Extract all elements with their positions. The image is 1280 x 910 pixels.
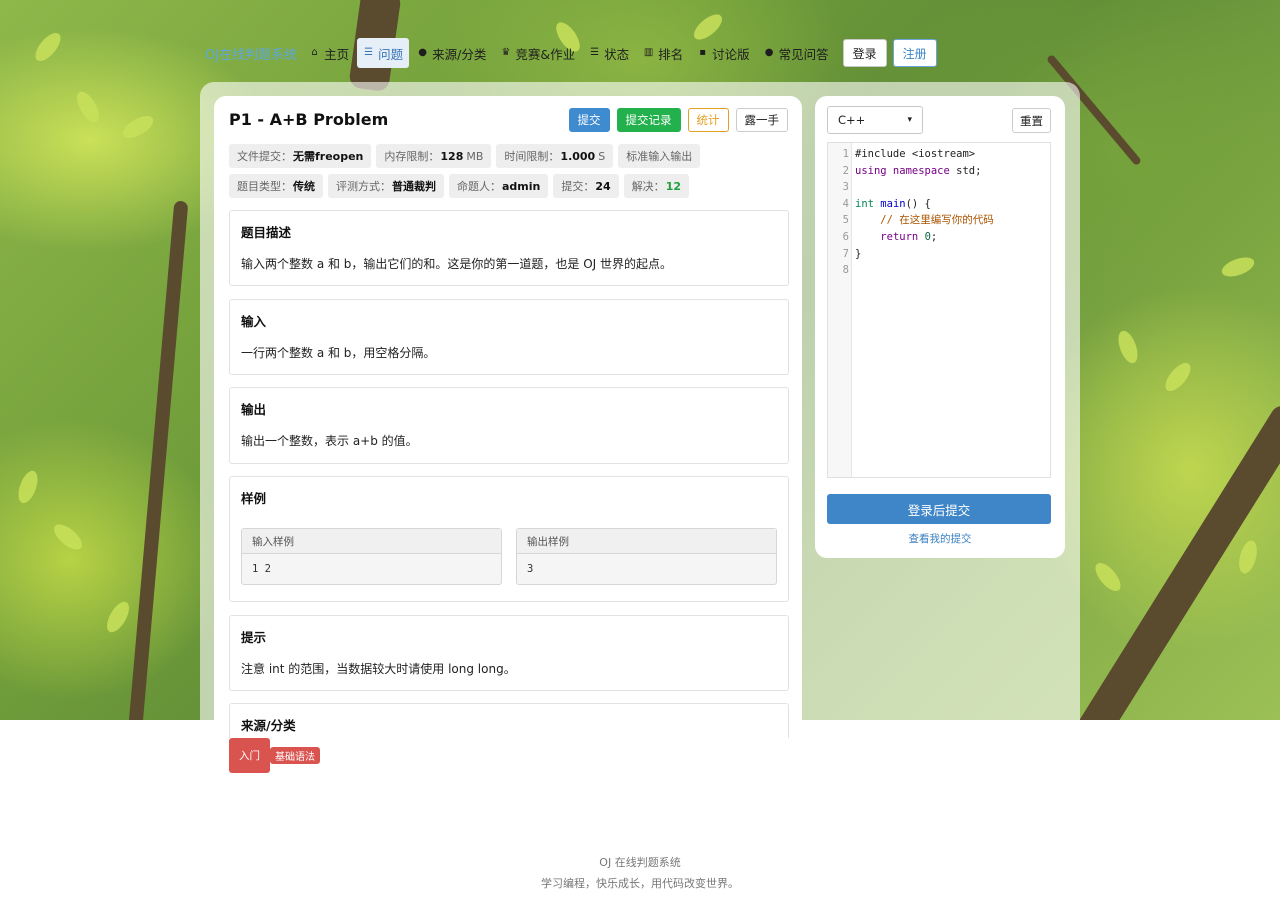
records-button[interactable]: 提交记录: [616, 108, 681, 132]
section-heading: 题目描述: [241, 225, 292, 240]
status-list-icon: ☰: [590, 47, 600, 58]
bar-chart-icon: ▥: [643, 47, 654, 58]
code-line: return 0;: [880, 231, 938, 243]
source-tags: 入门 基础语法: [229, 738, 320, 773]
section-heading: 输出: [241, 402, 267, 417]
language-select[interactable]: C++ ▾: [827, 106, 923, 134]
meta-submit-count: 提交： 24: [553, 174, 619, 198]
code-editor-card: C++ ▾ 重置 1 #include <iostream> 2 using nam…: [815, 96, 1065, 558]
line-number: 8: [842, 264, 849, 277]
code-line: using namespace std;: [855, 164, 982, 177]
meta-judge: 评测方式： 普通裁判: [328, 174, 444, 198]
line-number: 7: [842, 247, 849, 260]
source-tag[interactable]: 入门: [229, 738, 270, 773]
section-heading: 样例: [241, 491, 267, 506]
submit-button[interactable]: 提交: [568, 108, 610, 132]
sample-section: 样例 输入样例 1 2 输出样例 3: [229, 476, 789, 602]
code-line: }: [855, 247, 862, 260]
nav-home[interactable]: ⌂ 主页: [303, 38, 355, 68]
code-line: int main() {: [855, 197, 931, 210]
hint-section: 提示 注意 int 的范围，当数据较大时请使用 long long。: [229, 615, 789, 691]
nav-faq[interactable]: ● 常见问答: [758, 38, 835, 68]
meta-time: 时间限制： 1.000 S: [496, 144, 614, 168]
login-button[interactable]: 登录: [842, 39, 887, 67]
section-body: 输出一个整数，表示 a+b 的值。: [241, 434, 418, 448]
trophy-icon: ♛: [501, 47, 511, 58]
line-number: 6: [842, 231, 849, 243]
meta-memory: 内存限制： 128 MB: [376, 144, 492, 168]
comment-icon: ▪: [699, 47, 706, 58]
chevron-down-icon: ▾: [907, 115, 912, 125]
register-button[interactable]: 注册: [892, 39, 937, 67]
top-nav: OJ在线判题系统 ⌂ 主页 ☰ 问题 ● 来源/分类 ♛ 竞赛&作业 ☰ 状态 ▥ 排名 ▪…: [205, 38, 937, 68]
sample-output-box: 输出样例 3: [516, 528, 777, 585]
list-icon: ☰: [364, 47, 374, 58]
meta-file-submit: 文件提交： 无需freopen: [229, 144, 372, 168]
sample-output-label: 输出样例: [517, 529, 776, 554]
dot-icon: ●: [418, 47, 427, 58]
problem-title: P1 - A+B Problem: [229, 110, 389, 129]
sample-output-value[interactable]: 3: [517, 554, 776, 584]
meta-solved-count: 解决： 12: [623, 174, 689, 198]
section-body: 一行两个整数 a 和 b，用空格分隔。: [241, 346, 436, 360]
home-icon: ⌂: [311, 47, 318, 58]
line-number: 1: [842, 148, 849, 160]
code-line: #include <iostream>: [855, 148, 976, 160]
source-tag[interactable]: 基础语法: [270, 747, 320, 764]
nav-ranking[interactable]: ▥ 排名: [637, 38, 689, 68]
nav-status[interactable]: ☰ 状态: [583, 38, 635, 68]
login-to-submit-button[interactable]: 登录后提交: [827, 494, 1051, 524]
output-section: 输出 输出一个整数，表示 a+b 的值。: [229, 387, 789, 464]
problem-meta-tags: 文件提交： 无需freopen 内存限制： 128 MB 时间限制： 1.000 S 标准…: [229, 144, 789, 198]
line-number: 3: [842, 181, 849, 194]
nav-source-category[interactable]: ● 来源/分类: [411, 38, 492, 68]
line-number: 2: [842, 164, 849, 177]
description-section: 题目描述 输入两个整数 a 和 b，输出它们的和。这是你的第一道题，也是 OJ …: [229, 210, 789, 286]
nav-contests[interactable]: ♛ 竞赛&作业: [494, 38, 581, 68]
source-section: 来源/分类: [229, 703, 789, 738]
problem-card: P1 - A+B Problem 提交 提交记录 统计 露一手 文件提交： 无需f…: [214, 96, 802, 738]
brand-logo-text[interactable]: OJ在线判题系统: [205, 44, 297, 63]
meta-io: 标准输入输出: [618, 144, 701, 168]
line-number: 5: [842, 214, 849, 227]
dot-icon: ●: [764, 47, 774, 58]
sample-input-box: 输入样例 1 2: [241, 528, 502, 585]
meta-type: 题目类型： 传统: [229, 174, 323, 198]
code-line: // 在这里编写你的代码: [880, 214, 994, 227]
nav-problems[interactable]: ☰ 问题: [357, 38, 410, 68]
sample-input-label: 输入样例: [242, 529, 501, 554]
footer: OJ 在线判题系统 学习编程，快乐成长，用代码改变世界。: [0, 852, 1280, 894]
reset-button[interactable]: 重置: [1012, 108, 1051, 133]
sample-input-value[interactable]: 1 2: [242, 554, 501, 584]
section-body: 输入两个整数 a 和 b，输出它们的和。这是你的第一道题，也是 OJ 世界的起点…: [241, 257, 673, 271]
nav-discussion[interactable]: ▪ 讨论版: [691, 38, 756, 68]
section-body: 注意 int 的范围，当数据较大时请使用 long long。: [241, 662, 516, 676]
problem-actions: 提交 提交记录 统计 露一手: [568, 108, 788, 132]
input-section: 输入 一行两个整数 a 和 b，用空格分隔。: [229, 299, 789, 375]
code-editor[interactable]: 1 #include <iostream> 2 using namespace st…: [827, 142, 1051, 478]
meta-author: 命题人： admin: [449, 174, 549, 198]
footer-title: OJ 在线判题系统: [599, 856, 681, 869]
my-submissions-link[interactable]: 查看我的提交: [815, 531, 1065, 546]
section-heading: 输入: [241, 314, 267, 329]
show-off-button[interactable]: 露一手: [735, 108, 788, 132]
line-number: 4: [842, 197, 849, 210]
section-heading: 来源/分类: [241, 718, 296, 733]
section-heading: 提示: [241, 630, 267, 645]
stats-button[interactable]: 统计: [687, 108, 729, 132]
footer-slogan: 学习编程，快乐成长，用代码改变世界。: [541, 877, 739, 890]
